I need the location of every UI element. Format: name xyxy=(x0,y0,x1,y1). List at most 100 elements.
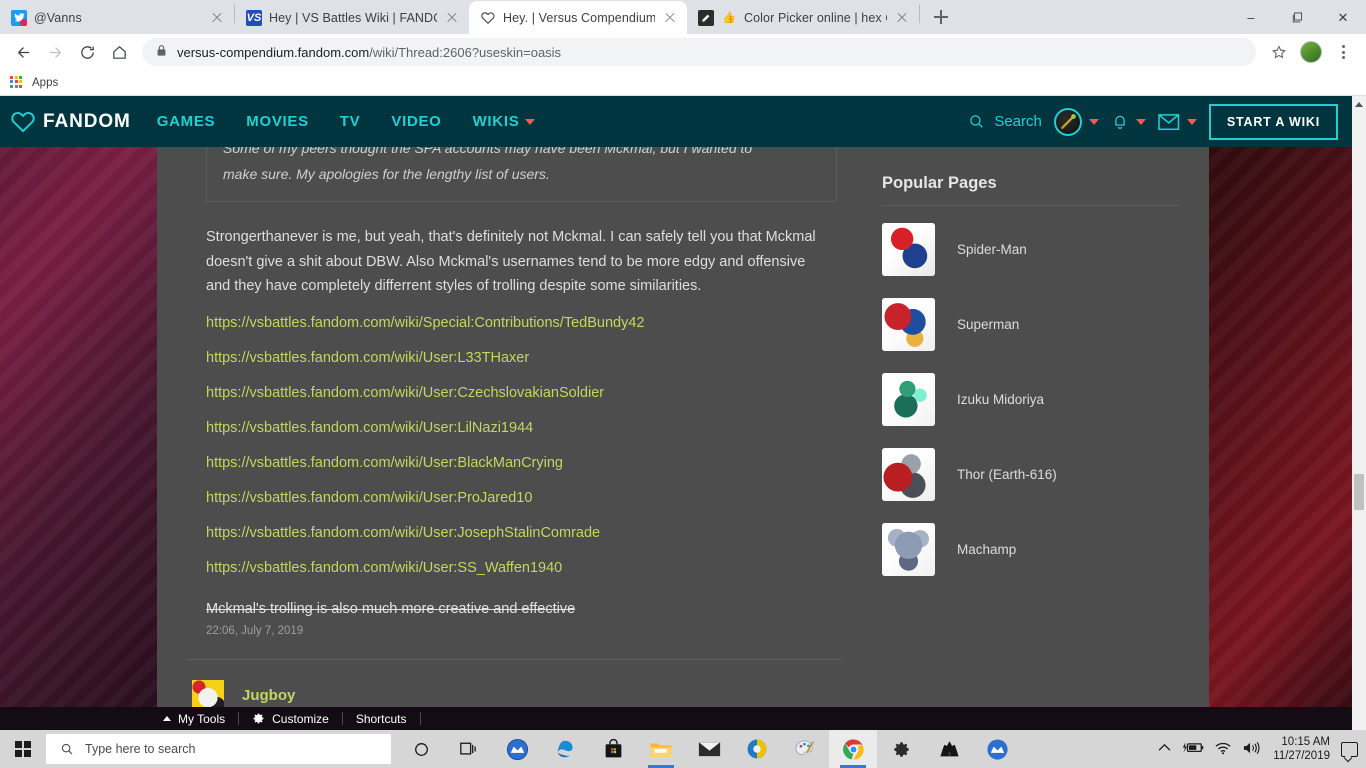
superman-thumbnail xyxy=(882,298,935,351)
new-tab-button[interactable] xyxy=(926,2,956,32)
start-a-wiki-button[interactable]: START A WIKI xyxy=(1208,103,1338,140)
user-avatar-menu[interactable] xyxy=(1053,107,1099,136)
nav-label: MOVIES xyxy=(246,113,309,130)
microsoft-store-button[interactable] xyxy=(589,730,637,768)
scrollbar-thumb[interactable] xyxy=(1354,474,1364,510)
shortcuts-label: Shortcuts xyxy=(355,711,407,726)
messages-menu[interactable] xyxy=(1158,113,1197,131)
close-window-button[interactable]: ✕ xyxy=(1320,0,1366,34)
close-icon[interactable] xyxy=(209,10,225,26)
popular-page-item[interactable]: Spider-Man xyxy=(882,212,1179,287)
minimize-button[interactable]: – xyxy=(1228,0,1274,34)
close-icon: ✕ xyxy=(1337,9,1349,25)
notifications-menu[interactable] xyxy=(1111,113,1146,131)
close-icon[interactable] xyxy=(444,10,460,26)
bookmark-star-button[interactable] xyxy=(1264,37,1294,67)
popular-page-item[interactable]: Izuku Midoriya xyxy=(882,362,1179,437)
popular-page-item[interactable]: Superman xyxy=(882,287,1179,362)
user-link[interactable]: https://vsbattles.fandom.com/wiki/Specia… xyxy=(206,299,823,334)
user-link[interactable]: https://vsbattles.fandom.com/wiki/User:L… xyxy=(206,404,823,439)
cortana-button[interactable] xyxy=(397,730,445,768)
rail-divider xyxy=(882,205,1179,206)
mediafire-app-button-2[interactable] xyxy=(973,730,1021,768)
machamp-thumbnail xyxy=(882,523,935,576)
action-center-button[interactable] xyxy=(1341,741,1358,757)
mediafire-app-button[interactable] xyxy=(493,730,541,768)
show-hidden-icons-button[interactable] xyxy=(1158,743,1171,755)
user-link[interactable]: https://vsbattles.fandom.com/wiki/User:C… xyxy=(206,369,823,404)
close-icon[interactable] xyxy=(894,10,910,26)
shortcuts-button[interactable]: Shortcuts xyxy=(343,707,420,730)
user-link[interactable]: https://vsbattles.fandom.com/wiki/User:B… xyxy=(206,439,823,474)
start-button[interactable] xyxy=(0,730,46,768)
chrome-button[interactable] xyxy=(829,730,877,768)
popular-page-item[interactable]: Thor (Earth-616) xyxy=(882,437,1179,512)
wifi-button[interactable] xyxy=(1215,741,1232,758)
firefox-ish-button[interactable] xyxy=(733,730,781,768)
volume-icon xyxy=(1244,741,1260,754)
fandom-logo[interactable]: FANDOM xyxy=(0,109,157,135)
struck-through-line: Mckmal's trolling is also much more crea… xyxy=(206,600,576,617)
browser-tab-4[interactable]: 👍 Color Picker online | hex Colo xyxy=(687,1,919,34)
paint-button[interactable] xyxy=(781,730,829,768)
popular-pages-title: Popular Pages xyxy=(882,174,997,192)
my-tools-label: My Tools xyxy=(178,711,226,726)
browser-tab-3-active[interactable]: Hey. | Versus Compendium Wiki xyxy=(469,1,687,34)
nav-item-tv[interactable]: TV xyxy=(340,113,361,130)
settings-button[interactable] xyxy=(877,730,925,768)
customize-button[interactable]: Customize xyxy=(239,707,342,730)
user-link[interactable]: https://vsbattles.fandom.com/wiki/User:L… xyxy=(206,334,823,369)
nav-label: WIKIS xyxy=(472,113,520,130)
popular-page-item[interactable]: Machamp xyxy=(882,512,1179,587)
address-bar[interactable]: versus-compendium.fandom.com/wiki/Thread… xyxy=(142,38,1256,66)
search-button[interactable]: Search xyxy=(968,113,1042,130)
reply-username-link[interactable]: Jugboy xyxy=(242,687,295,704)
apps-bookmark-label[interactable]: Apps xyxy=(32,77,58,89)
browser-tab-2[interactable]: VS Hey | VS Battles Wiki | FANDOM xyxy=(235,1,469,34)
battery-button[interactable] xyxy=(1182,741,1204,757)
tab-title: Hey | VS Battles Wiki | FANDOM xyxy=(269,10,437,25)
user-link[interactable]: https://vsbattles.fandom.com/wiki/User:S… xyxy=(206,544,823,579)
firefox-ish-icon xyxy=(747,739,767,759)
nav-item-games[interactable]: GAMES xyxy=(157,113,216,130)
user-link[interactable]: https://vsbattles.fandom.com/wiki/User:J… xyxy=(206,509,823,544)
forward-arrow-icon xyxy=(49,46,61,58)
scroll-up-button[interactable] xyxy=(1352,96,1366,113)
nav-item-wikis[interactable]: WIKIS xyxy=(473,113,536,130)
popular-page-label: Machamp xyxy=(957,542,1017,557)
task-view-button[interactable] xyxy=(445,730,493,768)
chrome-menu-button[interactable] xyxy=(1328,37,1358,67)
mail-button[interactable] xyxy=(685,730,733,768)
popular-page-label: Thor (Earth-616) xyxy=(957,467,1057,482)
post-timestamp: 22:06, July 7, 2019 xyxy=(206,624,304,637)
user-link[interactable]: https://vsbattles.fandom.com/wiki/User:P… xyxy=(206,474,823,509)
dark-castle-button[interactable] xyxy=(925,730,973,768)
edge-button[interactable] xyxy=(541,730,589,768)
quote-clipped-line: Some of my peers thought the SPA account… xyxy=(223,147,820,161)
my-tools-button[interactable]: My Tools xyxy=(150,707,238,730)
fandom-heart-icon xyxy=(11,111,35,132)
maximize-button[interactable] xyxy=(1274,0,1320,34)
user-link-list: https://vsbattles.fandom.com/wiki/Specia… xyxy=(206,299,823,579)
article-shell: Some of my peers thought the SPA account… xyxy=(157,147,1209,730)
forward-button[interactable] xyxy=(40,37,70,67)
popular-page-label: Spider-Man xyxy=(957,242,1027,257)
page-viewport: FANDOM GAMES MOVIES TV VIDEO WIKIS Searc… xyxy=(0,96,1366,730)
reload-button[interactable] xyxy=(72,37,102,67)
fandom-heart-icon xyxy=(480,10,496,26)
taskbar-clock[interactable]: 10:15 AM 11/27/2019 xyxy=(1273,735,1330,763)
nav-item-video[interactable]: VIDEO xyxy=(391,113,441,130)
file-explorer-button[interactable] xyxy=(637,730,685,768)
taskbar-search-box[interactable]: Type here to search xyxy=(46,734,391,764)
volume-button[interactable] xyxy=(1243,741,1262,758)
nav-item-movies[interactable]: MOVIES xyxy=(246,113,309,130)
vs-battles-icon: VS xyxy=(246,9,262,26)
page-scrollbar[interactable] xyxy=(1352,96,1366,730)
browser-tab-1[interactable]: @Vanns xyxy=(0,1,234,34)
close-icon[interactable] xyxy=(662,10,678,26)
profile-button[interactable] xyxy=(1296,37,1326,67)
search-icon xyxy=(61,743,73,755)
dark-castle-icon xyxy=(939,740,959,756)
back-button[interactable] xyxy=(8,37,38,67)
home-button[interactable] xyxy=(104,37,134,67)
